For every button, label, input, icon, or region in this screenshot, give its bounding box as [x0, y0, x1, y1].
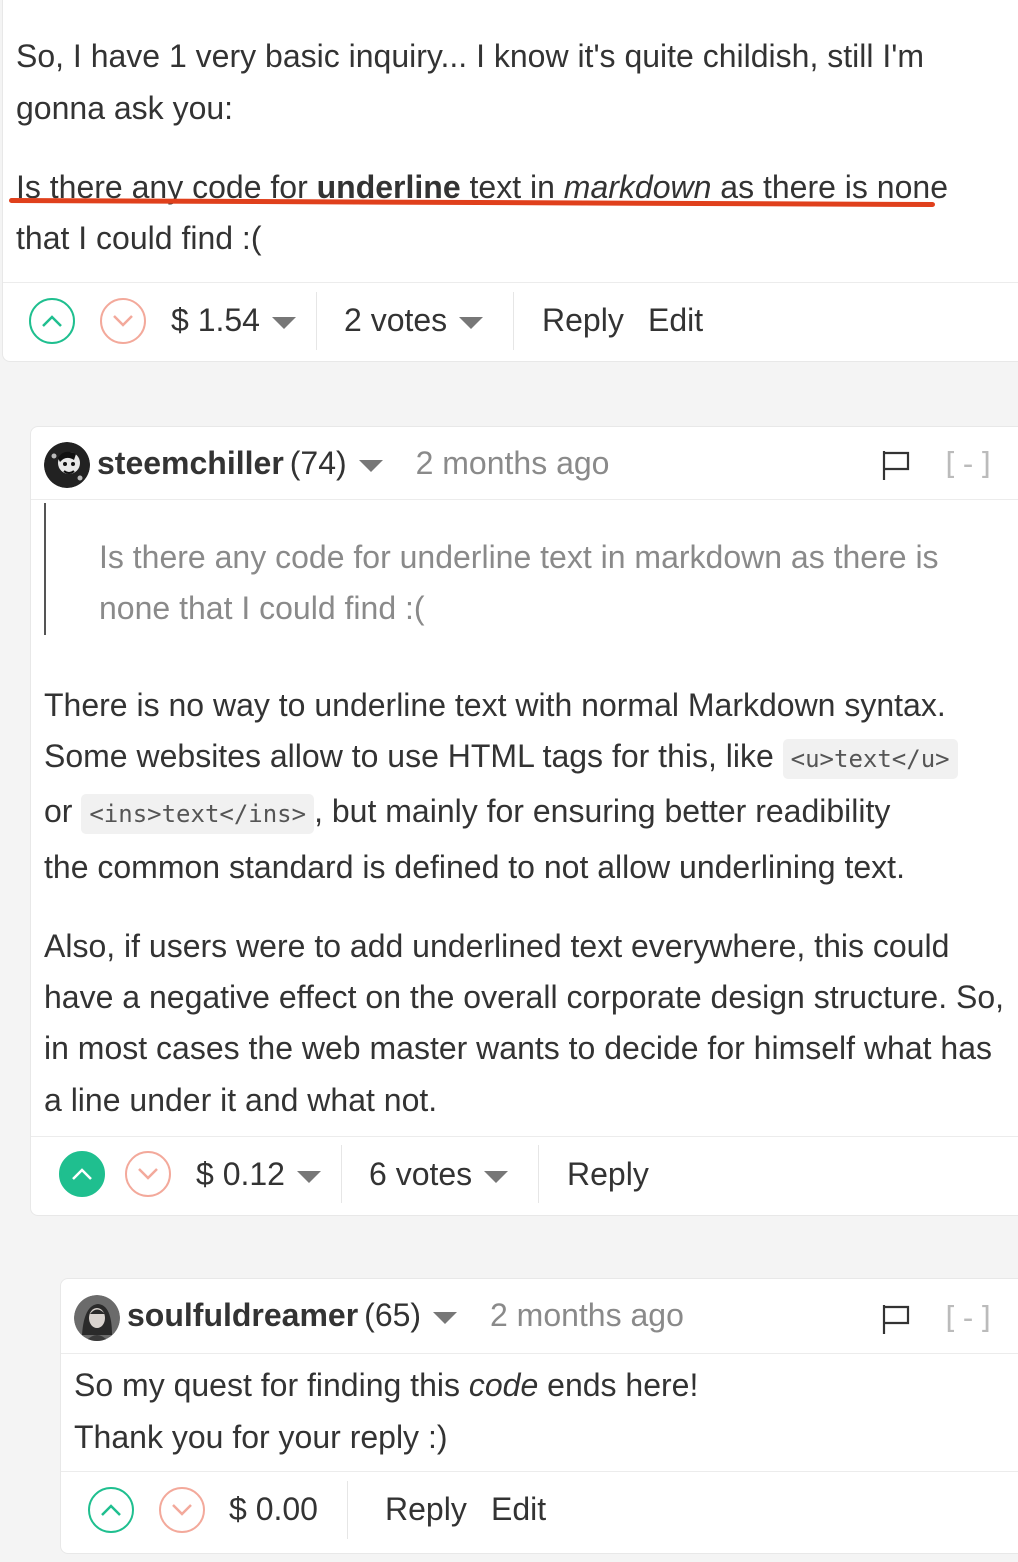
comment-card: steemchiller (74) 2 months ago [-] Is the… — [30, 426, 1018, 1216]
payout-display[interactable]: $ 0.00 — [229, 1489, 318, 1529]
chevron-down-icon — [113, 315, 133, 327]
avatar-image — [74, 1295, 120, 1341]
edit-link[interactable]: Edit — [491, 1489, 546, 1529]
reply-link[interactable]: Reply — [567, 1154, 649, 1194]
chevron-up-icon — [101, 1504, 121, 1516]
payout-dropdown[interactable]: $ 0.12 — [196, 1154, 321, 1194]
votes-dropdown[interactable]: 2 votes — [344, 300, 484, 340]
author-name[interactable]: soulfuldreamer — [127, 1297, 358, 1333]
post-text-line: So, I have 1 very basic inquiry... I kno… — [16, 38, 924, 74]
chevron-up-icon — [72, 1168, 92, 1180]
avatar[interactable] — [44, 442, 90, 488]
payout-dropdown[interactable]: $ 1.54 — [171, 300, 296, 340]
downvote-button[interactable] — [100, 298, 146, 344]
comment-text-line: Also, if users were to add underlined te… — [44, 928, 950, 964]
downvote-button[interactable] — [125, 1151, 171, 1197]
downvote-button[interactable] — [159, 1487, 205, 1533]
comment-text-line: or <ins>text</ins>, but mainly for ensur… — [44, 785, 890, 840]
comment-text-line: Some websites allow to use HTML tags for… — [44, 730, 958, 785]
comment-timestamp[interactable]: 2 months ago — [490, 1297, 684, 1333]
post-question-line: that I could find :( — [16, 220, 262, 256]
post-footer-divider — [3, 282, 1018, 283]
comment-text-line: the common standard is defined to not al… — [44, 849, 905, 885]
comment-author-line: steemchiller (74) 2 months ago — [97, 443, 609, 483]
author-menu-caret-icon[interactable] — [433, 1311, 458, 1324]
comment-text-line: There is no way to underline text with n… — [44, 687, 946, 723]
edit-link[interactable]: Edit — [648, 300, 703, 340]
blockquote-line: none that I could find :( — [99, 590, 425, 626]
inline-code: <u>text</u> — [782, 739, 958, 779]
chevron-down-icon — [138, 1168, 158, 1180]
upvote-button[interactable] — [88, 1487, 134, 1533]
footer-separator — [341, 1145, 342, 1203]
upvote-button[interactable] — [29, 298, 75, 344]
caret-down-icon — [484, 1170, 509, 1183]
author-reputation: (65) — [364, 1297, 422, 1333]
comment-author-line: soulfuldreamer (65) 2 months ago — [127, 1295, 684, 1335]
author-menu-caret-icon[interactable] — [358, 459, 383, 472]
caret-down-icon — [459, 316, 484, 329]
comment-timestamp[interactable]: 2 months ago — [416, 445, 610, 481]
blockquote-bar — [44, 503, 46, 635]
collapse-button[interactable]: [-] — [941, 1299, 995, 1339]
chevron-up-icon — [42, 315, 62, 327]
comment-header-divider — [61, 1353, 1018, 1354]
comment-footer-divider — [61, 1471, 1018, 1472]
comment-footer-divider — [31, 1136, 1018, 1137]
caret-down-icon — [271, 316, 296, 329]
footer-separator — [316, 292, 317, 350]
reply-link[interactable]: Reply — [542, 300, 624, 340]
blockquote-line: Is there any code for underline text in … — [99, 539, 939, 575]
reply-link[interactable]: Reply — [385, 1489, 467, 1529]
comment-text-line: a line under it and what not. — [44, 1082, 438, 1118]
inline-code: <ins>text</ins> — [81, 794, 315, 834]
comment-header-divider — [31, 499, 1018, 500]
footer-separator — [538, 1145, 539, 1203]
footer-separator — [347, 1481, 348, 1539]
votes-dropdown[interactable]: 6 votes — [369, 1154, 509, 1194]
chevron-down-icon — [172, 1504, 192, 1516]
upvote-button[interactable] — [59, 1151, 105, 1197]
caret-down-icon — [296, 1170, 321, 1183]
flag-icon[interactable] — [881, 449, 911, 481]
flag-icon[interactable] — [881, 1303, 911, 1335]
avatar[interactable] — [74, 1295, 120, 1341]
post-card: So, I have 1 very basic inquiry... I kno… — [2, 0, 1018, 362]
comment-text-line: Thank you for your reply :) — [74, 1419, 448, 1455]
author-name[interactable]: steemchiller — [97, 445, 284, 481]
comment-text-line: So my quest for finding this code ends h… — [74, 1367, 699, 1403]
avatar-image — [44, 442, 90, 488]
comment-text-line: have a negative effect on the overall co… — [44, 979, 1004, 1015]
collapse-button[interactable]: [-] — [941, 445, 995, 485]
comment-card: soulfuldreamer (65) 2 months ago [-] So m… — [60, 1278, 1018, 1554]
footer-separator — [513, 292, 514, 350]
comment-text-line: in most cases the web master wants to de… — [44, 1030, 992, 1066]
author-reputation: (74) — [289, 445, 347, 481]
post-text-line: gonna ask you: — [16, 90, 234, 126]
